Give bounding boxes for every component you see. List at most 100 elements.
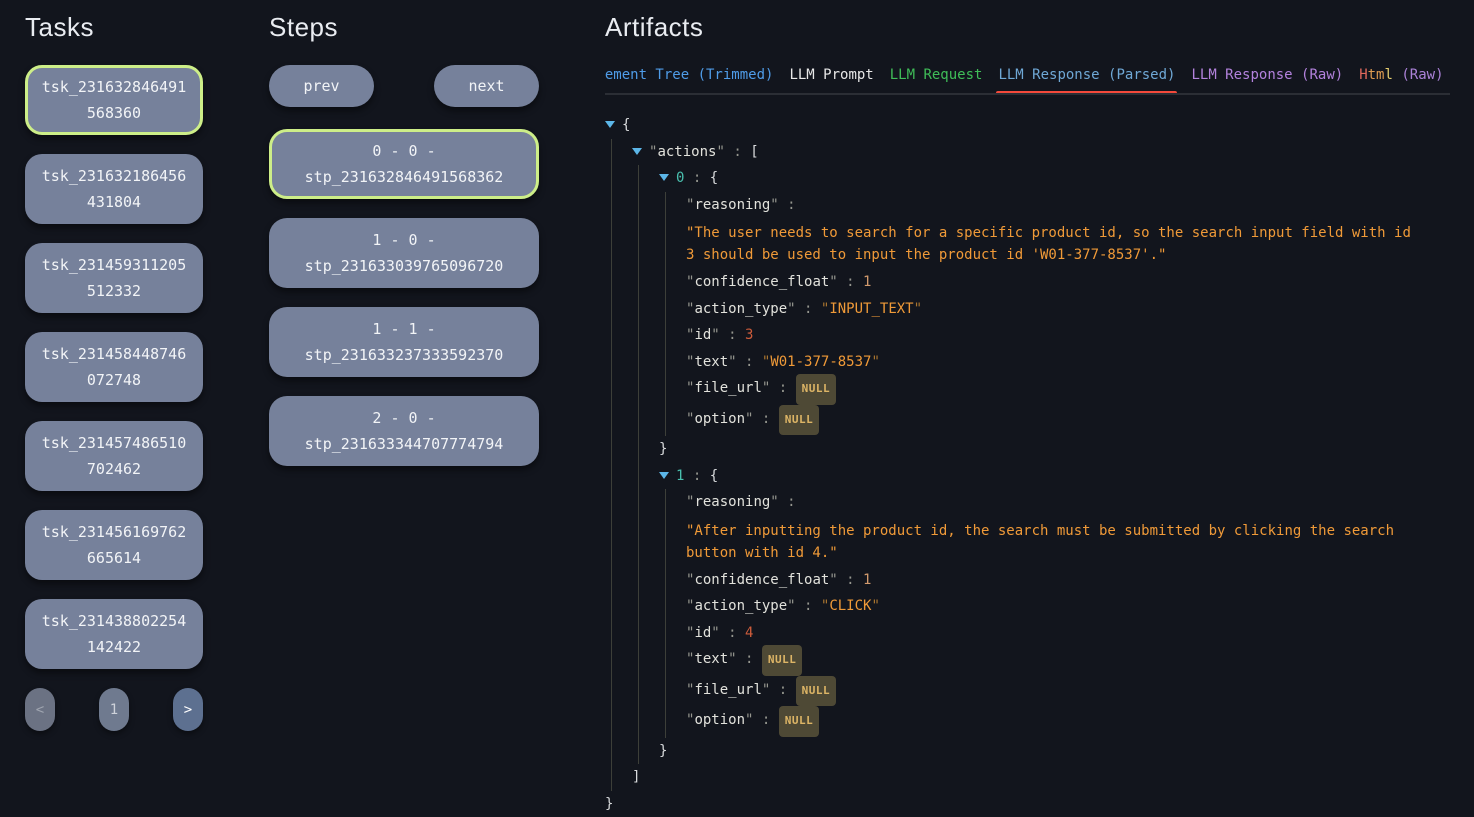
pagination-prev-button[interactable]: <	[25, 688, 55, 731]
json-row: {	[605, 112, 1450, 139]
indent-guide	[605, 764, 632, 791]
json-row: "id" : 3	[605, 322, 1450, 349]
tab-llm-prompt[interactable]: LLM Prompt	[789, 67, 873, 93]
indent-guide	[632, 296, 659, 323]
json-colon: :	[737, 349, 762, 376]
indent-guide	[605, 463, 632, 490]
indent-guide	[659, 677, 686, 708]
pagination-page-1-button[interactable]: 1	[99, 688, 129, 731]
task-button[interactable]: tsk_231632846491568360	[25, 65, 203, 135]
json-row: "file_url" : NULL	[605, 677, 1450, 708]
indent-guide	[659, 620, 686, 647]
json-colon: :	[770, 375, 795, 402]
tasks-panel: Tasks tsk_231632846491568360 tsk_23163218…	[25, 12, 203, 731]
indent-guide	[632, 436, 659, 463]
indent-guide	[632, 593, 659, 620]
indent-guide	[605, 349, 632, 376]
indent-guide	[632, 322, 659, 349]
json-row: "option" : NULL	[605, 406, 1450, 437]
step-button[interactable]: 0 - 0 - stp_231632846491568362	[269, 129, 539, 199]
tasks-title: Tasks	[25, 12, 203, 43]
json-int-value: 4	[745, 620, 753, 647]
json-key: "action_type"	[686, 593, 796, 620]
json-row: ]	[605, 764, 1450, 791]
tab-element-tree-trimmed[interactable]: Element Tree (Trimmed)	[605, 67, 773, 93]
tab-llm-request[interactable]: LLM Request	[890, 67, 983, 93]
indent-guide	[659, 349, 686, 376]
json-key: "confidence_float"	[686, 269, 838, 296]
indent-guide	[632, 406, 659, 437]
collapse-toggle-icon[interactable]	[659, 472, 669, 484]
collapse-toggle-icon[interactable]	[605, 121, 615, 133]
indent-guide	[632, 375, 659, 406]
json-colon: :	[796, 296, 821, 323]
task-button[interactable]: tsk_231457486510702462	[25, 421, 203, 491]
artifacts-panel: Artifacts Element Tree (Trimmed)LLM Prom…	[605, 12, 1450, 817]
json-key: "option"	[686, 707, 753, 734]
indent-guide	[632, 165, 659, 192]
task-button[interactable]: tsk_231632186456431804	[25, 154, 203, 224]
steps-prev-button[interactable]: prev	[269, 65, 374, 107]
indent-guide	[605, 567, 632, 594]
step-button[interactable]: 1 - 1 - stp_231633237333592370	[269, 307, 539, 377]
json-float-value: 1	[863, 567, 871, 594]
indent-guide	[659, 218, 686, 269]
json-row: "The user needs to search for a specific…	[605, 218, 1450, 269]
indent-guide	[659, 192, 686, 219]
tab-llm-response-raw[interactable]: LLM Response (Raw)	[1191, 67, 1343, 93]
json-colon: :	[796, 593, 821, 620]
json-row: "option" : NULL	[605, 707, 1450, 738]
task-list: tsk_231632846491568360 tsk_23163218645643…	[25, 65, 203, 669]
json-punct: {	[710, 165, 718, 192]
indent-guide	[605, 646, 632, 677]
tab-html-raw[interactable]: Html (Raw)	[1359, 67, 1443, 93]
step-nav: prev next	[269, 65, 539, 107]
task-button[interactable]: tsk_231458448746072748	[25, 332, 203, 402]
json-viewer: {"actions" : [0 : {"reasoning" : "The us…	[605, 112, 1450, 817]
step-button[interactable]: 1 - 0 - stp_231633039765096720	[269, 218, 539, 288]
pagination-next-button[interactable]: >	[173, 688, 203, 731]
collapse-toggle-icon[interactable]	[659, 174, 669, 186]
json-row: "file_url" : NULL	[605, 375, 1450, 406]
indent-guide	[605, 707, 632, 738]
task-button[interactable]: tsk_231456169762665614	[25, 510, 203, 580]
indent-guide	[659, 646, 686, 677]
json-key: "actions"	[649, 139, 725, 166]
indent-guide	[605, 738, 632, 765]
step-button[interactable]: 2 - 0 - stp_231633344707774794	[269, 396, 539, 466]
indent-guide	[632, 707, 659, 738]
tab-llm-response-parsed[interactable]: LLM Response (Parsed)	[998, 67, 1175, 93]
json-key: "option"	[686, 406, 753, 433]
steps-next-button[interactable]: next	[434, 65, 539, 107]
json-array-index: 0	[676, 165, 684, 192]
json-key: "confidence_float"	[686, 567, 838, 594]
json-punct: [	[750, 139, 758, 166]
indent-guide	[659, 516, 686, 567]
json-row: "actions" : [	[605, 139, 1450, 166]
indent-guide	[632, 269, 659, 296]
steps-title: Steps	[269, 12, 539, 43]
indent-guide	[632, 738, 659, 765]
json-colon: :	[779, 489, 804, 516]
json-row: "confidence_float" : 1	[605, 567, 1450, 594]
indent-guide	[632, 646, 659, 677]
json-key: "text"	[686, 349, 737, 376]
json-null-badge: NULL	[762, 645, 803, 676]
json-colon: :	[838, 567, 863, 594]
indent-guide	[605, 436, 632, 463]
json-punct: }	[659, 738, 667, 765]
tab-label-segment: l	[1384, 67, 1392, 83]
collapse-toggle-icon[interactable]	[632, 148, 642, 160]
indent-guide	[632, 192, 659, 219]
json-null-badge: NULL	[779, 405, 820, 436]
json-row: "id" : 4	[605, 620, 1450, 647]
indent-guide	[632, 463, 659, 490]
task-button[interactable]: tsk_231459311205512332	[25, 243, 203, 313]
indent-guide	[659, 296, 686, 323]
json-string-value: "CLICK"	[821, 593, 880, 620]
indent-guide	[659, 322, 686, 349]
json-row: }	[605, 791, 1450, 817]
json-float-value: 1	[863, 269, 871, 296]
json-null-badge: NULL	[779, 706, 820, 737]
task-button[interactable]: tsk_231438802254142422	[25, 599, 203, 669]
